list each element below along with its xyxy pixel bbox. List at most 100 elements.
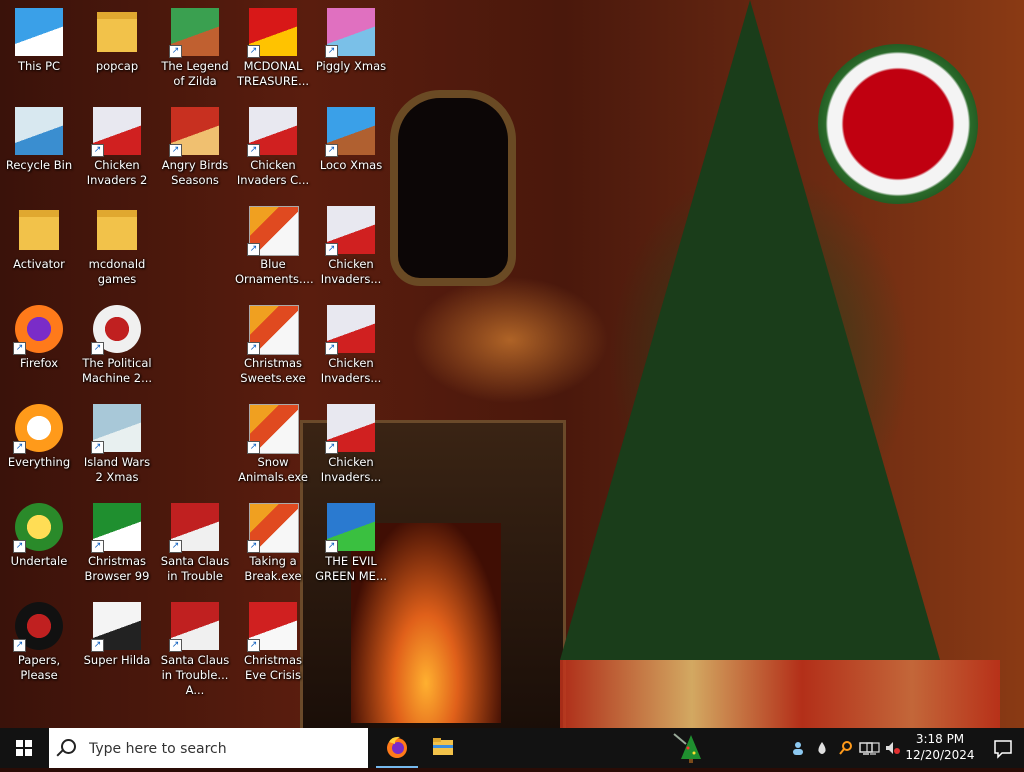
- action-center-button[interactable]: [982, 728, 1024, 768]
- desktop-icon-label: The Legend of Zilda: [161, 59, 229, 88]
- taskbar-clock[interactable]: 3:18 PM 12/20/2024: [902, 731, 978, 763]
- wreath-clock-widget[interactable]: [818, 44, 978, 204]
- shortcut-arrow-icon: ↗: [325, 144, 338, 157]
- desktop-icon[interactable]: ↗ Christmas Sweets.exe: [234, 299, 312, 386]
- shortcut-arrow-icon: ↗: [91, 441, 104, 454]
- exe-file-icon: ↗: [247, 503, 299, 553]
- shortcut-arrow-icon: ↗: [247, 243, 260, 256]
- folder-icon: [93, 206, 141, 254]
- shortcut-arrow-icon: ↗: [247, 441, 260, 454]
- shortcut-arrow-icon: ↗: [325, 342, 338, 355]
- icon-image: [19, 210, 59, 250]
- chicken-invaders-icon: ↗: [247, 107, 297, 157]
- windows-logo-icon: [16, 740, 32, 756]
- desktop-icon[interactable]: ↗ Chicken Invaders 2: [78, 101, 156, 188]
- desktop-icon-label: Chicken Invaders...: [320, 455, 382, 484]
- shortcut-arrow-icon: ↗: [247, 342, 260, 355]
- desktop-icon-label: Chicken Invaders 2: [86, 158, 148, 187]
- santa-claus-icon: ↗: [169, 602, 219, 652]
- desktop-icon[interactable]: ↗ Blue Ornaments....: [234, 200, 314, 287]
- desktop-icon[interactable]: ↗ Piggly Xmas: [312, 2, 390, 74]
- desktop-icon[interactable]: ↗ Chicken Invaders...: [312, 398, 390, 485]
- wallpaper-mirror: [390, 90, 516, 286]
- desktop-icon[interactable]: ↗ Super Hilda: [78, 596, 156, 668]
- folder-icon: [93, 8, 141, 56]
- desktop-icon[interactable]: ↗ Island Wars 2 Xmas: [78, 398, 156, 485]
- desktop-icon[interactable]: ↗ The Legend of Zilda: [156, 2, 234, 89]
- desktop-icon[interactable]: ↗ Taking a Break.exe: [234, 497, 312, 584]
- exe-file-icon: ↗: [247, 404, 299, 454]
- desktop-icon-label: mcdonald games: [88, 257, 146, 286]
- desktop-icon[interactable]: ↗ Firefox: [0, 299, 78, 371]
- desktop-icon[interactable]: ↗ Santa Claus in Trouble... A...: [156, 596, 234, 698]
- desktop-icon[interactable]: ↗ THE EVIL GREEN ME...: [312, 497, 390, 584]
- shortcut-arrow-icon: ↗: [325, 441, 338, 454]
- shortcut-arrow-icon: ↗: [169, 144, 182, 157]
- desktop-icon[interactable]: Activator: [0, 200, 78, 272]
- desktop-icon[interactable]: ↗ Snow Animals.exe: [234, 398, 312, 485]
- desktop-icon[interactable]: ↗ Loco Xmas: [312, 101, 390, 173]
- start-button[interactable]: [0, 728, 48, 768]
- shortcut-arrow-icon: ↗: [13, 540, 26, 553]
- drop-icon[interactable]: [814, 740, 830, 756]
- chicken-invaders-icon: ↗: [325, 404, 375, 454]
- mcdonalds-icon: ↗: [247, 8, 297, 58]
- volume-muted-icon[interactable]: [884, 740, 900, 756]
- taskbar-christmas-tree[interactable]: [668, 728, 714, 768]
- desktop-icon[interactable]: ↗ Chicken Invaders...: [312, 299, 390, 386]
- desktop-icon-label: Papers, Please: [17, 653, 61, 682]
- political-machine-icon: ↗: [91, 305, 141, 355]
- shortcut-arrow-icon: ↗: [247, 540, 260, 553]
- desktop-icon-label: THE EVIL GREEN ME...: [315, 554, 387, 583]
- desktop-icon-label: Recycle Bin: [5, 158, 73, 172]
- desktop-icon[interactable]: ↗ The Political Machine 2...: [78, 299, 156, 386]
- search-magnifier-icon[interactable]: [838, 740, 854, 756]
- loco-xmas-icon: ↗: [325, 107, 375, 157]
- desktop-icon-label: Christmas Browser 99: [84, 554, 150, 583]
- desktop-icon[interactable]: ↗ Everything: [0, 398, 78, 470]
- undertale-icon: ↗: [13, 503, 63, 553]
- clock-time: 3:18 PM: [915, 732, 965, 746]
- shortcut-arrow-icon: ↗: [247, 144, 260, 157]
- zilda-icon: ↗: [169, 8, 219, 58]
- desktop-icon[interactable]: Recycle Bin: [0, 101, 78, 173]
- desktop-icon-label: Chicken Invaders...: [320, 257, 382, 286]
- chicken-invaders-icon: ↗: [91, 107, 141, 157]
- people-icon[interactable]: [790, 740, 806, 756]
- desktop-icon[interactable]: ↗ Undertale: [0, 497, 78, 569]
- desktop-icon[interactable]: popcap: [78, 2, 156, 74]
- shortcut-arrow-icon: ↗: [169, 540, 182, 553]
- desktop-icon-label: Snow Animals.exe: [238, 455, 308, 484]
- desktop-icon[interactable]: ↗ Chicken Invaders...: [312, 200, 390, 287]
- papers-please-icon: ↗: [13, 602, 63, 652]
- desktop-icon-label: Blue Ornaments....: [235, 257, 314, 286]
- desktop-icon-label: This PC: [17, 59, 61, 73]
- desktop-icon[interactable]: ↗ Santa Claus in Trouble: [156, 497, 234, 584]
- taskbar-firefox[interactable]: [374, 728, 420, 768]
- santa-face-icon: ↗: [247, 602, 297, 652]
- file-explorer-icon: [433, 738, 453, 755]
- desktop-icon[interactable]: mcdonald games: [78, 200, 156, 287]
- taskbar-file-explorer[interactable]: [420, 728, 466, 768]
- desktop-icon[interactable]: This PC: [0, 2, 78, 74]
- shortcut-arrow-icon: ↗: [325, 540, 338, 553]
- shortcut-arrow-icon: ↗: [13, 639, 26, 652]
- search-input[interactable]: [87, 736, 361, 762]
- desktop-icon[interactable]: ↗ Christmas Eve Crisis: [234, 596, 312, 683]
- network-icon[interactable]: [866, 740, 882, 756]
- notification-icon: [994, 740, 1012, 759]
- icon-image: [97, 12, 137, 52]
- desktop-icon-label: Chicken Invaders C...: [236, 158, 310, 187]
- icon-image: [97, 210, 137, 250]
- shortcut-arrow-icon: ↗: [91, 540, 104, 553]
- desktop-icon-label: Angry Birds Seasons: [161, 158, 229, 187]
- recycle-bin-icon: [15, 107, 63, 155]
- desktop-icon[interactable]: ↗ Chicken Invaders C...: [234, 101, 312, 188]
- desktop-icon[interactable]: ↗ MCDONAL TREASURE...: [234, 2, 312, 89]
- shortcut-arrow-icon: ↗: [325, 243, 338, 256]
- taskbar-search-box[interactable]: [49, 728, 368, 768]
- shortcut-arrow-icon: ↗: [13, 441, 26, 454]
- desktop-icon[interactable]: ↗ Angry Birds Seasons: [156, 101, 234, 188]
- desktop-icon[interactable]: ↗ Papers, Please: [0, 596, 78, 683]
- desktop-icon[interactable]: ↗ Christmas Browser 99: [78, 497, 156, 584]
